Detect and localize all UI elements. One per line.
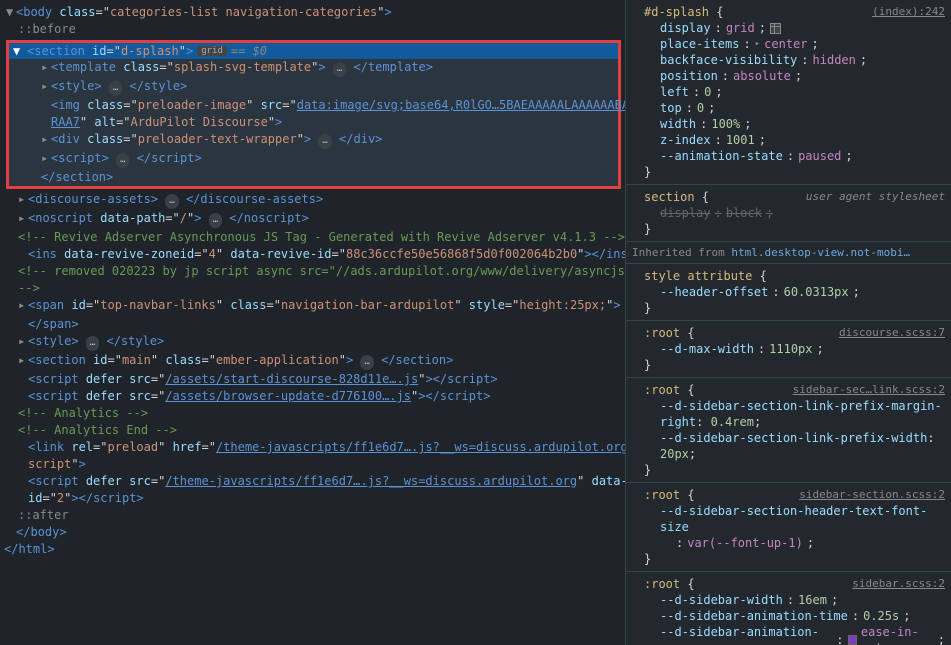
selected-element[interactable]: ▼<section id="d-splash"> grid == $0 — [9, 43, 618, 59]
span-navbar[interactable]: ▸<span id="top-navbar-links" class="navi… — [0, 297, 625, 316]
collapse-arrow-icon[interactable]: ▸ — [18, 334, 28, 349]
style-rule[interactable]: #d-splash {(index):242 display: grid; pl… — [626, 0, 951, 185]
comment: <!-- removed 020223 by jp script async s… — [0, 263, 625, 280]
collapse-arrow-icon[interactable]: ▸ — [18, 298, 28, 313]
collapse-arrow-icon[interactable]: ▸ — [41, 151, 51, 166]
pseudo-before[interactable]: ::before — [0, 21, 625, 38]
style-rule[interactable]: :root {sidebar.scss:2 --d-sidebar-width:… — [626, 572, 951, 645]
div-preloader[interactable]: ▸<div class="preloader-text-wrapper"> … … — [9, 131, 618, 150]
noscript-element[interactable]: ▸<noscript data-path="/"> … </noscript> — [0, 210, 625, 229]
img-element-cont[interactable]: RAA7" alt="ArduPilot Discourse"> — [9, 114, 618, 131]
style-rule[interactable]: :root {sidebar-sec…link.scss:2 --d-sideb… — [626, 378, 951, 483]
discourse-assets[interactable]: ▸<discourse-assets> … </discourse-assets… — [0, 191, 625, 210]
comment: <!-- Revive Adserver Asynchronous JS Tag… — [0, 229, 625, 246]
highlighted-region: ▼<section id="d-splash"> grid == $0 ▸<te… — [6, 40, 621, 189]
collapse-arrow-icon[interactable]: ▸ — [41, 132, 51, 147]
script-element[interactable]: ▸<script> … </script> — [9, 150, 618, 169]
expand-arrow-icon[interactable]: ▼ — [13, 44, 23, 58]
script-defer2[interactable]: <script defer src="/assets/browser-updat… — [0, 388, 625, 405]
comment: <!-- Analytics End --> — [0, 422, 625, 439]
ins-element[interactable]: <ins data-revive-zoneid="4" data-revive-… — [0, 246, 625, 263]
html-close[interactable]: </html> — [0, 541, 625, 558]
script-defer3[interactable]: <script defer src="/theme-javascripts/ff… — [0, 473, 625, 490]
link-preload-cont[interactable]: script"> — [0, 456, 625, 473]
comment: --> — [0, 280, 625, 297]
color-swatch[interactable] — [848, 635, 857, 645]
collapse-arrow-icon[interactable]: ▸ — [18, 211, 28, 226]
ellipsis-badge[interactable]: … — [209, 213, 222, 228]
body-close[interactable]: </body> — [0, 524, 625, 541]
style-rule[interactable]: :root {sidebar-section.scss:2 --d-sideba… — [626, 483, 951, 572]
link-preload[interactable]: <link rel="preload" href="/theme-javascr… — [0, 439, 625, 456]
main-section[interactable]: ▸<section id="main" class="ember-applica… — [0, 352, 625, 371]
collapse-arrow-icon[interactable]: ▸ — [18, 353, 28, 368]
collapse-arrow-icon[interactable]: ▸ — [41, 79, 51, 94]
expand-arrow-icon[interactable]: ▼ — [6, 5, 16, 20]
ellipsis-badge[interactable]: … — [360, 355, 373, 370]
img-element[interactable]: <img class="preloader-image" src="data:i… — [9, 97, 618, 114]
ellipsis-badge[interactable]: … — [333, 62, 346, 77]
style-rule-ua[interactable]: section {user agent stylesheet display: … — [626, 185, 951, 242]
grid-icon[interactable] — [770, 23, 781, 34]
source-link[interactable]: discourse.scss:7 — [839, 325, 945, 341]
ellipsis-badge[interactable]: … — [318, 134, 331, 149]
pseudo-after[interactable]: ::after — [0, 507, 625, 524]
collapse-arrow-icon[interactable]: ▸ — [41, 60, 51, 75]
inherited-link[interactable]: html.desktop-view.not-mobi… — [731, 246, 910, 259]
dom-tree-panel[interactable]: ▼<body class="categories-list navigation… — [0, 0, 625, 645]
script-defer1[interactable]: <script defer src="/assets/start-discour… — [0, 371, 625, 388]
style-rule-attr[interactable]: style attribute { --header-offset: 60.03… — [626, 264, 951, 321]
script-defer3-cont[interactable]: id="2"></script> — [0, 490, 625, 507]
section-close[interactable]: </section> — [9, 169, 618, 186]
grid-badge[interactable]: grid — [197, 46, 227, 56]
source-link[interactable]: sidebar-section.scss:2 — [799, 487, 945, 503]
style-rule[interactable]: :root {discourse.scss:7 --d-max-width: 1… — [626, 321, 951, 378]
source-link[interactable]: (index):242 — [872, 4, 945, 20]
source-ua: user agent stylesheet — [806, 189, 945, 205]
ellipsis-badge[interactable]: … — [86, 336, 99, 351]
ellipsis-badge[interactable]: … — [116, 153, 129, 168]
styles-panel[interactable]: #d-splash {(index):242 display: grid; pl… — [625, 0, 951, 645]
template-element[interactable]: ▸<template class="splash-svg-template"> … — [9, 59, 618, 78]
collapse-arrow-icon[interactable]: ▸ — [18, 192, 28, 207]
comment: <!-- Analytics --> — [0, 405, 625, 422]
ellipsis-badge[interactable]: … — [109, 81, 122, 96]
source-link[interactable]: sidebar-sec…link.scss:2 — [793, 382, 945, 398]
source-link[interactable]: sidebar.scss:2 — [852, 576, 945, 592]
style-element[interactable]: ▸<style> … </style> — [0, 333, 625, 352]
style-element[interactable]: ▸<style> … </style> — [9, 78, 618, 97]
inherited-from: Inherited from html.desktop-view.not-mob… — [626, 242, 951, 264]
span-navbar-close[interactable]: </span> — [0, 316, 625, 333]
dom-body-tag[interactable]: ▼<body class="categories-list navigation… — [0, 4, 625, 21]
ellipsis-badge[interactable]: … — [165, 194, 178, 209]
